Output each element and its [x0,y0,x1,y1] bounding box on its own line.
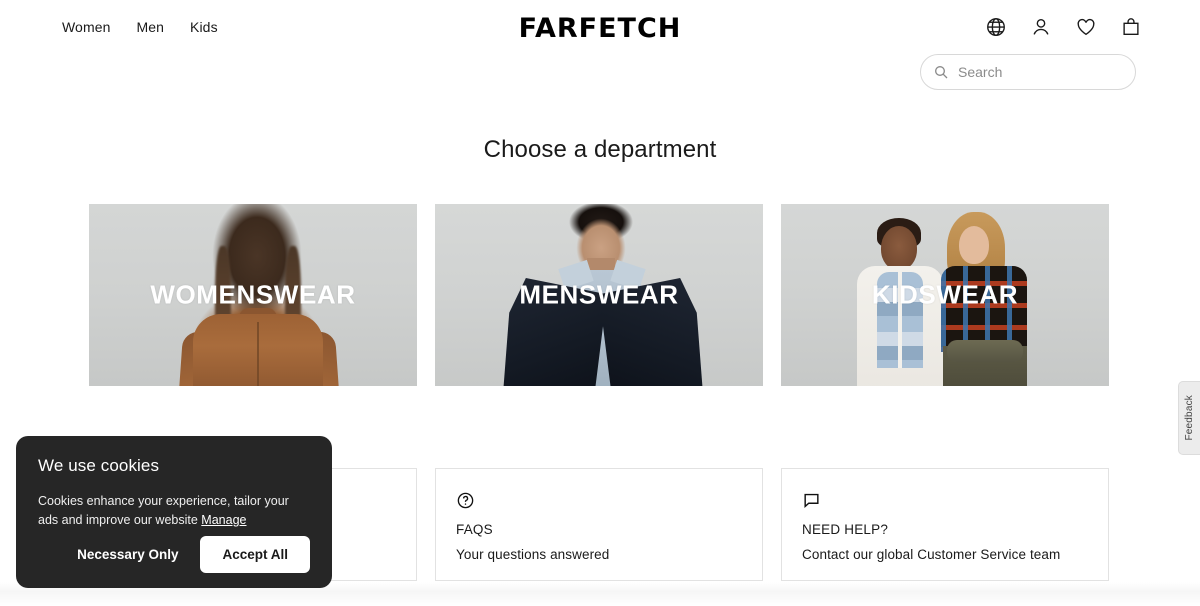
question-circle-icon [456,491,475,510]
info-card-title: FAQS [456,522,493,537]
cookie-manage-link[interactable]: Manage [201,513,246,527]
info-card-faqs[interactable]: FAQS Your questions answered [435,468,763,581]
info-card-title: NEED HELP? [802,522,889,537]
bag-icon[interactable] [1120,16,1142,38]
heart-icon[interactable] [1075,16,1097,38]
department-label: KIDSWEAR [871,279,1019,310]
department-card-menswear[interactable]: MENSWEAR [435,204,763,386]
search-input[interactable] [958,64,1123,80]
necessary-only-button[interactable]: Necessary Only [71,537,184,572]
account-icon[interactable] [1030,16,1052,38]
page-root: Women Men Kids FARFETCH Search Choose a … [0,0,1200,606]
feedback-tab-label: Feedback [1184,395,1195,441]
site-header: Women Men Kids FARFETCH [0,0,1200,100]
cookie-banner-text: Cookies enhance your experience, tailor … [38,494,289,527]
search-bar[interactable] [920,54,1136,90]
speech-bubble-icon [802,491,821,510]
feedback-tab[interactable]: Feedback [1178,381,1200,455]
accept-all-button[interactable]: Accept All [200,536,310,573]
cookie-banner-actions: Necessary Only Accept All [38,536,310,573]
header-icon-group [985,16,1142,38]
cookie-consent-banner: We use cookies Cookies enhance your expe… [16,436,332,588]
cookie-banner-body: Cookies enhance your experience, tailor … [38,492,310,530]
department-label: MENSWEAR [519,279,679,310]
info-card-subtitle: Contact our global Customer Service team [802,547,1061,562]
globe-icon[interactable] [985,16,1007,38]
cookie-banner-title: We use cookies [38,456,160,475]
info-card-subtitle: Your questions answered [456,547,610,562]
info-card-need-help[interactable]: NEED HELP? Contact our global Customer S… [781,468,1109,581]
page-title: Choose a department [483,136,717,163]
department-card-kidswear[interactable]: KIDSWEAR [781,204,1109,386]
department-grid: WOMENSWEAR MENSWEAR KIDSWEAR [89,204,1109,386]
department-label: WOMENSWEAR [150,279,356,310]
search-icon [933,64,949,80]
department-card-womenswear[interactable]: WOMENSWEAR [89,204,417,386]
